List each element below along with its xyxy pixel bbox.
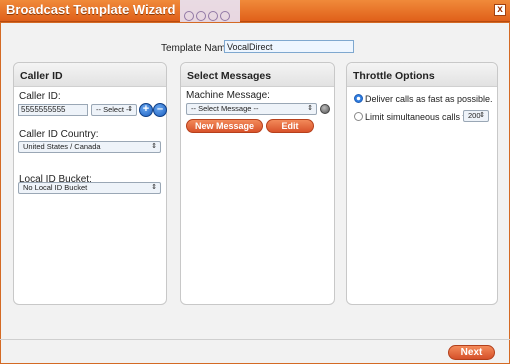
local-id-bucket-select[interactable]: No Local ID Bucket ⇕ xyxy=(18,182,161,194)
local-id-bucket-value: No Local ID Bucket xyxy=(23,183,88,192)
caller-id-select[interactable]: -- Select -- ⇕ xyxy=(91,104,137,116)
limit-calls-label: Limit simultaneous calls to xyxy=(365,112,471,122)
machine-message-select[interactable]: -- Select Message -- ⇕ xyxy=(186,103,317,115)
caller-id-select-value: -- Select -- xyxy=(96,105,132,114)
select-arrow-icon: ⇕ xyxy=(151,184,157,191)
limit-calls-radio[interactable] xyxy=(354,112,363,121)
deliver-fast-radio[interactable] xyxy=(354,94,363,103)
machine-message-value: -- Select Message -- xyxy=(191,104,259,113)
caller-id-panel: Caller ID Caller ID: 5555555555 -- Selec… xyxy=(13,62,167,305)
select-arrow-icon: ⇕ xyxy=(127,106,133,113)
speaker-icon[interactable] xyxy=(320,104,330,114)
edit-message-button[interactable]: Edit xyxy=(266,119,314,133)
remove-caller-id-button[interactable]: – xyxy=(153,103,167,117)
next-button[interactable]: Next xyxy=(448,345,495,360)
footer-divider xyxy=(0,339,510,340)
throttle-options-heading: Throttle Options xyxy=(347,63,497,87)
window-title: Broadcast Template Wizard xyxy=(6,2,176,17)
new-message-button[interactable]: New Message xyxy=(186,119,263,133)
select-arrow-icon: ⇕ xyxy=(151,143,157,150)
caller-id-input[interactable]: 5555555555 xyxy=(18,104,88,116)
machine-message-label: Machine Message: xyxy=(186,90,270,101)
select-messages-heading: Select Messages xyxy=(181,63,334,87)
deliver-fast-label: Deliver calls as fast as possible. xyxy=(365,94,493,104)
caller-id-country-label: Caller ID Country: xyxy=(19,129,99,140)
caller-id-label: Caller ID: xyxy=(19,91,61,102)
throttle-options-panel: Throttle Options Deliver calls as fast a… xyxy=(346,62,498,305)
select-arrow-icon: ⇕ xyxy=(479,112,485,119)
select-messages-panel: Select Messages Machine Message: -- Sele… xyxy=(180,62,335,305)
caller-id-country-value: United States / Canada xyxy=(23,142,101,151)
template-name-input[interactable] xyxy=(224,40,354,53)
caller-id-heading: Caller ID xyxy=(14,63,166,87)
caller-id-country-select[interactable]: United States / Canada ⇕ xyxy=(18,141,161,153)
close-icon[interactable]: x xyxy=(494,4,506,16)
title-bar: Broadcast Template Wizard x xyxy=(0,0,510,22)
limit-calls-select[interactable]: 200 ⇕ xyxy=(463,110,489,122)
select-arrow-icon: ⇕ xyxy=(307,105,313,112)
add-caller-id-button[interactable]: + xyxy=(139,103,153,117)
template-name-label: Template Name: xyxy=(161,43,234,54)
header-decoration xyxy=(180,0,240,22)
